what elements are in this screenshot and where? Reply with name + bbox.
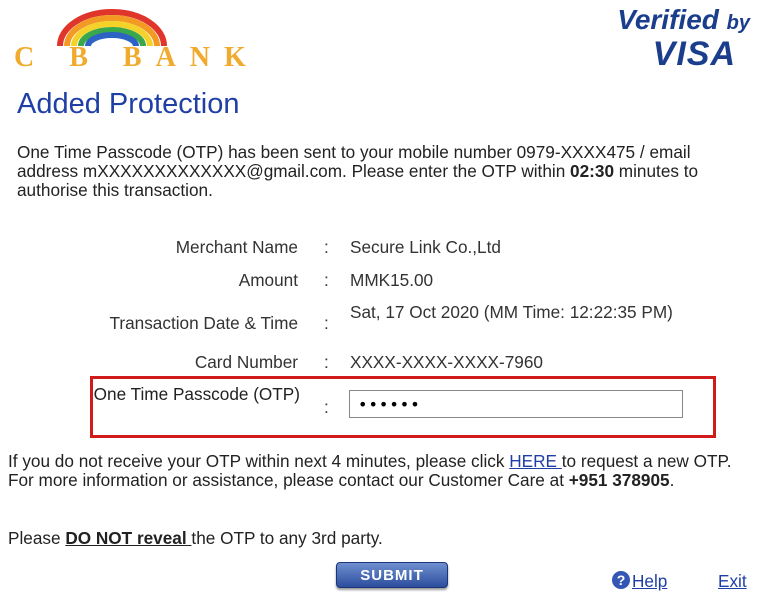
separator: : bbox=[324, 313, 329, 333]
separator: : bbox=[324, 237, 329, 257]
vbv-visa: VISA bbox=[652, 35, 736, 73]
bank-logo-text: C B BANK bbox=[14, 42, 260, 73]
otp-input[interactable] bbox=[349, 390, 683, 418]
exit-link[interactable]: Exit bbox=[718, 571, 747, 591]
card-value: XXXX-XXXX-XXXX-7960 bbox=[350, 352, 543, 372]
separator: : bbox=[324, 397, 329, 417]
separator: : bbox=[324, 270, 329, 290]
page-title: Added Protection bbox=[17, 88, 240, 120]
verified-by-visa-logo: Verified by VISA bbox=[560, 4, 750, 73]
bank-logo: C B BANK bbox=[14, 6, 274, 73]
otp-timer: 02:30 bbox=[570, 161, 615, 181]
card-label: Card Number bbox=[194, 352, 298, 372]
amount-label: Amount bbox=[238, 270, 298, 290]
amount-value: MMK15.00 bbox=[350, 270, 434, 290]
rainbow-icon bbox=[57, 9, 167, 46]
customer-care-phone: +951 378905 bbox=[568, 470, 670, 490]
otp-label: One Time Passcode (OTP) bbox=[93, 384, 300, 404]
otp-intro-text: One Time Passcode (OTP) has been sent to… bbox=[17, 142, 699, 200]
help-icon[interactable]: ? bbox=[612, 571, 630, 589]
separator: : bbox=[324, 352, 329, 372]
date-value: Sat, 17 Oct 2020 (MM Time: 12:22:35 PM) bbox=[350, 302, 673, 322]
security-warning: Please DO NOT reveal the OTP to any 3rd … bbox=[8, 528, 383, 548]
warning-emphasis: DO NOT reveal bbox=[65, 528, 192, 548]
resend-otp-link[interactable]: HERE bbox=[509, 451, 562, 471]
vbv-verified: Verified bbox=[617, 4, 719, 35]
date-label: Transaction Date & Time bbox=[109, 313, 299, 333]
resend-otp-note: If you do not receive your OTP within ne… bbox=[8, 451, 732, 490]
merchant-value: Secure Link Co.,Ltd bbox=[350, 237, 501, 257]
help-link-wrapper[interactable]: ? Help bbox=[612, 571, 667, 592]
vbv-by: by bbox=[726, 12, 750, 34]
merchant-label: Merchant Name bbox=[175, 237, 298, 257]
help-link[interactable]: Help bbox=[632, 571, 667, 591]
submit-button[interactable]: SUBMIT bbox=[336, 562, 448, 588]
exit-link-wrapper[interactable]: Exit bbox=[718, 571, 747, 592]
